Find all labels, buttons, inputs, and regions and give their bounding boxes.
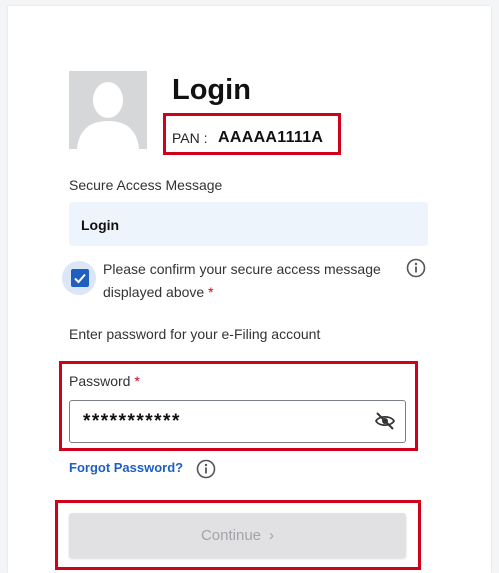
secure-access-message: Login [81,217,120,233]
required-mark: * [208,284,214,300]
pan-label: PAN : [172,130,208,146]
avatar [69,71,147,149]
info-icon[interactable] [406,258,426,278]
forgot-password-link[interactable]: Forgot Password? [69,460,183,475]
secure-access-label: Secure Access Message [69,177,223,193]
confirm-checkbox[interactable] [71,269,89,287]
password-value: *********** [83,411,181,432]
password-instruction: Enter password for your e-Filing account [69,326,321,342]
required-mark: * [134,373,140,389]
continue-button[interactable]: Continue › [69,513,406,558]
pan-value: AAAAA1111A [218,129,324,146]
continue-label: Continue [200,527,262,544]
avatar-placeholder-icon [77,82,139,149]
password-label-text: Password [69,373,131,389]
info-icon[interactable] [196,459,216,479]
eye-off-icon[interactable] [374,411,396,431]
confirm-label-text: Please confirm your secure access messag… [103,261,381,300]
page-title: Login [172,74,251,106]
password-label: Password * [69,373,140,389]
secure-access-message-box [69,202,428,246]
chevron-right-icon: › [269,527,275,544]
check-icon [74,273,86,284]
confirm-label: Please confirm your secure access messag… [103,258,393,304]
